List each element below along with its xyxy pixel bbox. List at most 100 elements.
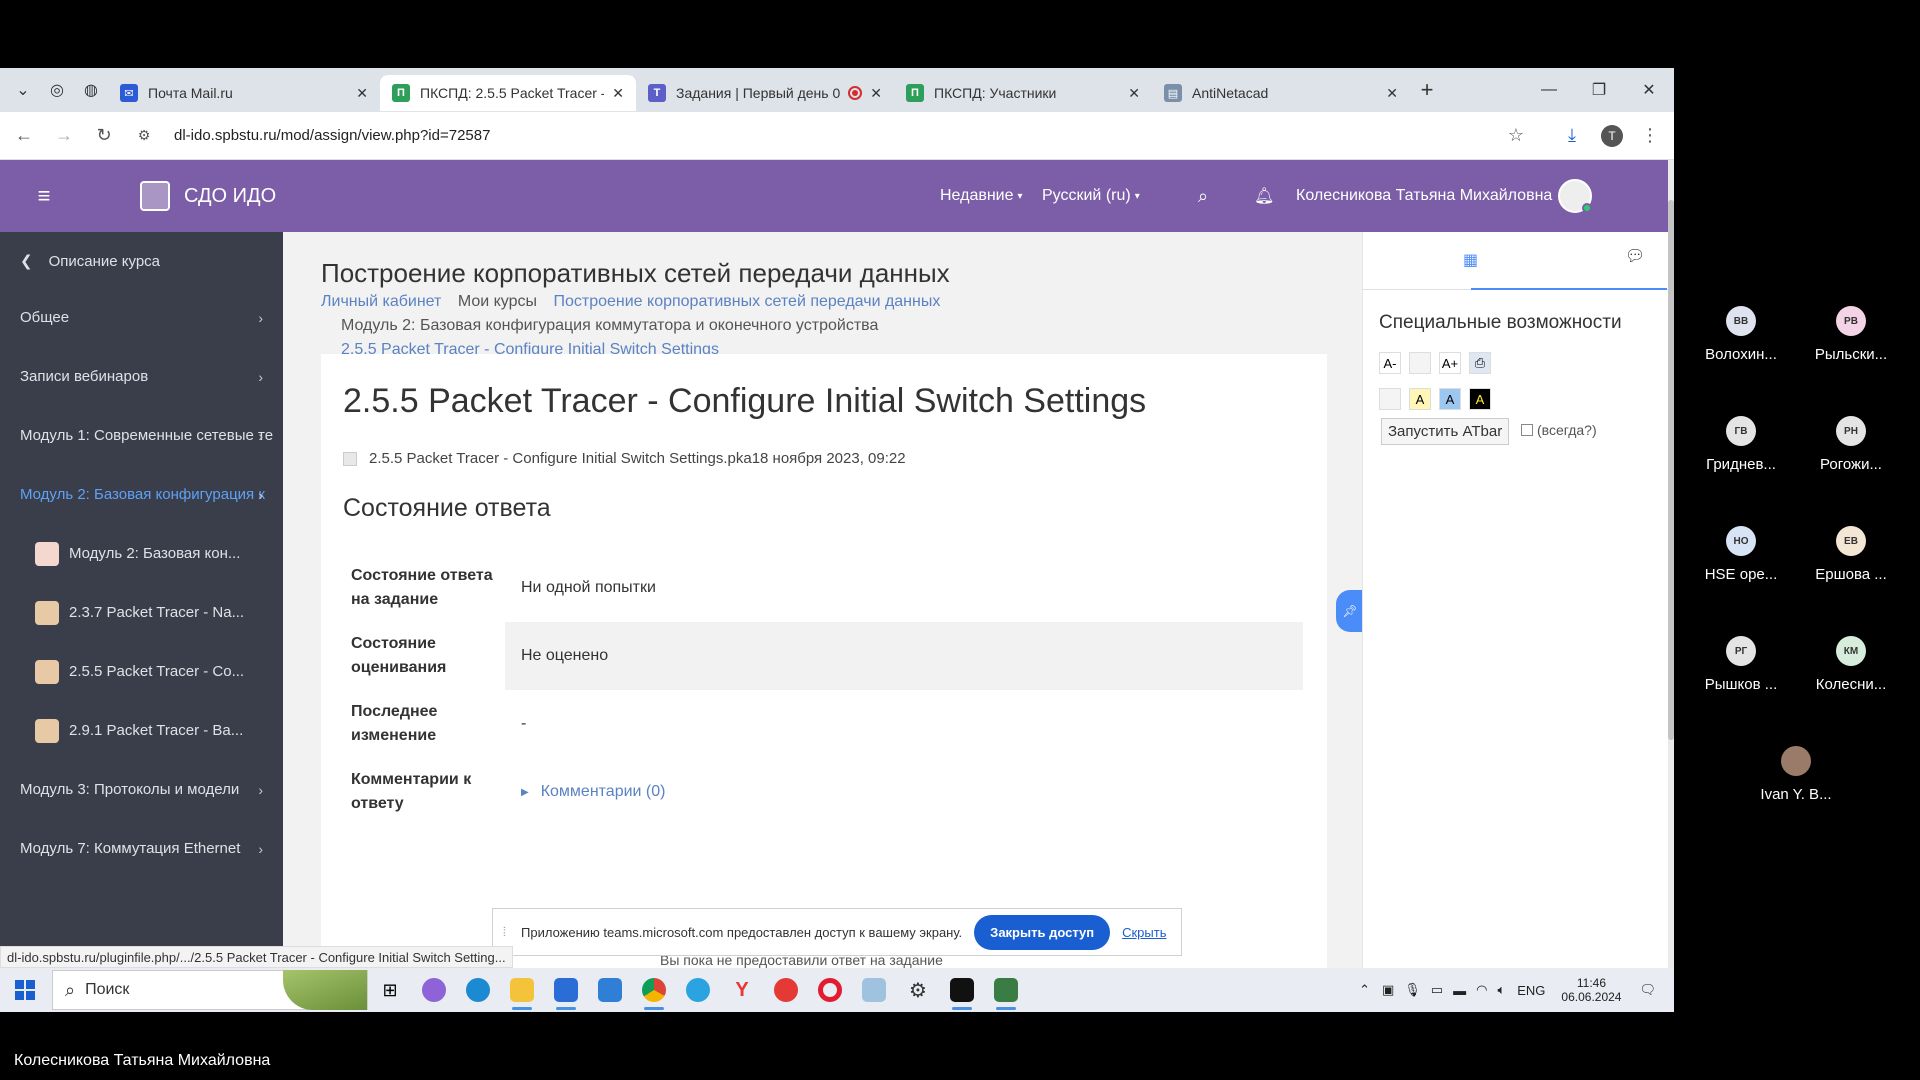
drag-handle-icon[interactable]: ⦙ xyxy=(503,924,506,940)
drawer-section-webinars[interactable]: Записи вебинаров › xyxy=(0,347,283,406)
page-scrollbar[interactable] xyxy=(1668,160,1674,1012)
yandex-icon[interactable] xyxy=(764,968,808,1012)
settings-gear-icon[interactable]: ⚙ xyxy=(896,968,940,1012)
drawer-activity-2-9-1[interactable]: 2.9.1 Packet Tracer - Ba... xyxy=(0,701,283,760)
chrome-icon[interactable] xyxy=(632,968,676,1012)
chat-bubble-icon[interactable]: 💬︎ xyxy=(1625,246,1645,266)
breadcrumb-my-courses[interactable]: Мои курсы xyxy=(458,293,537,310)
tab-participants[interactable]: П ПКСПД: Участники ✕ xyxy=(894,75,1152,111)
close-icon[interactable]: ✕ xyxy=(1128,85,1140,102)
color-black-button[interactable]: A xyxy=(1469,388,1491,410)
drawer-section-module-2[interactable]: Модуль 2: Базовая конфигурация к › xyxy=(0,465,283,524)
participant-tile[interactable]: Ivan Y. B... xyxy=(1741,746,1851,803)
participant-tile[interactable]: ГВ Гриднев... xyxy=(1686,416,1796,473)
reload-icon[interactable]: ↻ xyxy=(84,116,124,156)
browser-menu-icon[interactable]: ⋮ xyxy=(1630,116,1670,156)
font-increase-button[interactable]: A+ xyxy=(1439,352,1461,374)
drawer-activity-2-5-5[interactable]: 2.5.5 Packet Tracer - Co... xyxy=(0,642,283,701)
language-menu[interactable]: Русский (ru) ▾ xyxy=(1042,160,1140,232)
store-icon[interactable] xyxy=(544,968,588,1012)
drawer-section-module-1[interactable]: Модуль 1: Современные сетевые те › xyxy=(0,406,283,465)
tray-volume-icon[interactable]: 🔈︎ xyxy=(1497,982,1505,998)
close-icon[interactable]: ✕ xyxy=(356,85,368,102)
url-field[interactable]: dl-ido.spbstu.ru/mod/assign/view.php?id=… xyxy=(174,127,490,144)
extension-icon[interactable]: ◎ xyxy=(40,73,74,107)
attached-file-link[interactable]: 2.5.5 Packet Tracer - Configure Initial … xyxy=(369,450,752,467)
tray-mic-icon[interactable]: 🎙︎ xyxy=(1404,982,1421,998)
tab-search-chevron-icon[interactable]: ⌄ xyxy=(6,73,40,107)
font-decrease-button[interactable]: A- xyxy=(1379,352,1401,374)
recent-menu[interactable]: Недавние ▾ xyxy=(940,160,1023,232)
bookmark-star-icon[interactable]: ☆ xyxy=(1496,116,1536,156)
mail-app-icon[interactable] xyxy=(588,968,632,1012)
globe-icon[interactable]: ◍ xyxy=(74,73,108,107)
participant-tile[interactable]: НО HSE ope... xyxy=(1686,526,1796,583)
save-settings-icon[interactable]: ⎙ xyxy=(1469,352,1491,374)
drawer-section-module-3[interactable]: Модуль 3: Протоколы и модели › xyxy=(0,760,283,819)
tab-antinetacad[interactable]: ▤ AntiNetacad ✕ xyxy=(1152,75,1410,111)
forward-icon[interactable]: → xyxy=(44,116,84,156)
launch-atbar-button[interactable]: Запустить ATbar xyxy=(1381,418,1510,445)
hide-banner-link[interactable]: Скрыть xyxy=(1122,925,1166,940)
taskbar-search-input[interactable]: ⌕ Поиск xyxy=(52,970,368,1010)
notification-icon[interactable]: 🗨︎ xyxy=(1639,982,1656,998)
comments-toggle[interactable]: ▶ Комментарии (0) xyxy=(505,758,1303,826)
participant-tile[interactable]: КМ Колесни... xyxy=(1796,636,1906,693)
back-icon[interactable]: ← xyxy=(4,116,44,156)
user-name[interactable]: Колесникова Татьяна Михайловна xyxy=(1296,160,1552,232)
edge-icon[interactable] xyxy=(456,968,500,1012)
drawer-activity-module-2-pdf[interactable]: Модуль 2: Базовая кон... xyxy=(0,524,283,583)
tray-display-icon[interactable]: ▭ xyxy=(1431,982,1443,998)
app-circle-icon[interactable] xyxy=(412,968,456,1012)
restore-icon[interactable]: ❐ xyxy=(1574,68,1624,112)
window-close-icon[interactable]: ✕ xyxy=(1624,68,1674,112)
tab-packet-tracer[interactable]: П ПКСПД: 2.5.5 Packet Tracer - C ✕ xyxy=(380,75,636,111)
close-icon[interactable]: ✕ xyxy=(870,85,882,102)
yandex-browser-icon[interactable]: Y xyxy=(720,968,764,1012)
search-icon[interactable]: ⌕ xyxy=(1198,160,1208,232)
site-info-icon[interactable]: ⚙ xyxy=(124,116,164,156)
tray-clock[interactable]: 11:46 06.06.2024 xyxy=(1561,976,1621,1004)
color-yellow-button[interactable]: A xyxy=(1409,388,1431,410)
tab-teams-assignments[interactable]: T Задания | Первый день 0 ✕ xyxy=(636,75,894,111)
minimize-icon[interactable]: — xyxy=(1524,68,1574,112)
close-icon[interactable]: ✕ xyxy=(612,85,624,102)
participant-tile[interactable]: ВВ Волохин... xyxy=(1686,306,1796,363)
opera-icon[interactable] xyxy=(808,968,852,1012)
drawer-section-module-7[interactable]: Модуль 7: Коммутация Ethernet › xyxy=(0,819,283,878)
packet-tracer-icon[interactable] xyxy=(984,968,1028,1012)
breadcrumb-course[interactable]: Построение корпоративных сетей передачи … xyxy=(553,293,940,310)
tab-mail[interactable]: ✉ Почта Mail.ru ✕ xyxy=(108,75,380,111)
tray-language[interactable]: ENG xyxy=(1517,983,1545,998)
terminal-icon[interactable] xyxy=(940,968,984,1012)
tray-camera-icon[interactable]: ▣ xyxy=(1382,982,1394,998)
color-blue-button[interactable]: A xyxy=(1439,388,1461,410)
new-tab-button[interactable]: + xyxy=(1410,73,1444,107)
always-checkbox[interactable] xyxy=(1521,424,1533,436)
tray-wifi-icon[interactable]: ◠ xyxy=(1476,982,1487,998)
file-explorer-icon[interactable] xyxy=(500,968,544,1012)
participant-tile[interactable]: РГ Рышков ... xyxy=(1686,636,1796,693)
site-name[interactable]: СДО ИДО xyxy=(184,185,276,208)
pin-icon[interactable]: 📌︎ xyxy=(1336,590,1364,632)
stop-sharing-button[interactable]: Закрыть доступ xyxy=(974,914,1111,950)
drawer-section-general[interactable]: Общее › xyxy=(0,288,283,347)
telegram-icon[interactable] xyxy=(676,968,720,1012)
app-document-icon[interactable] xyxy=(852,968,896,1012)
profile-icon[interactable]: T xyxy=(1592,116,1632,156)
windows-start-icon[interactable] xyxy=(0,980,50,1000)
user-menu[interactable] xyxy=(1558,160,1592,232)
download-icon[interactable]: ⤓ xyxy=(1552,116,1592,156)
task-view-icon[interactable]: ⊞ xyxy=(368,968,412,1012)
breadcrumb-section[interactable]: Модуль 2: Базовая конфигурация коммутато… xyxy=(341,317,878,334)
drawer-activity-2-3-7[interactable]: 2.3.7 Packet Tracer - Na... xyxy=(0,583,283,642)
scrollbar-thumb[interactable] xyxy=(1668,200,1674,740)
close-icon[interactable]: ✕ xyxy=(1386,85,1398,102)
font-reset-button[interactable] xyxy=(1409,352,1431,374)
participant-tile[interactable]: ЕВ Ершова ... xyxy=(1796,526,1906,583)
tray-chevron-up-icon[interactable]: ⌃ xyxy=(1359,982,1370,998)
participant-tile[interactable]: РН Рогожи... xyxy=(1796,416,1906,473)
drawer-course-description[interactable]: ❮ Описание курса xyxy=(0,234,283,288)
breadcrumb-dashboard[interactable]: Личный кабинет xyxy=(321,293,441,310)
bell-icon[interactable]: 🔔︎ xyxy=(1254,160,1274,232)
